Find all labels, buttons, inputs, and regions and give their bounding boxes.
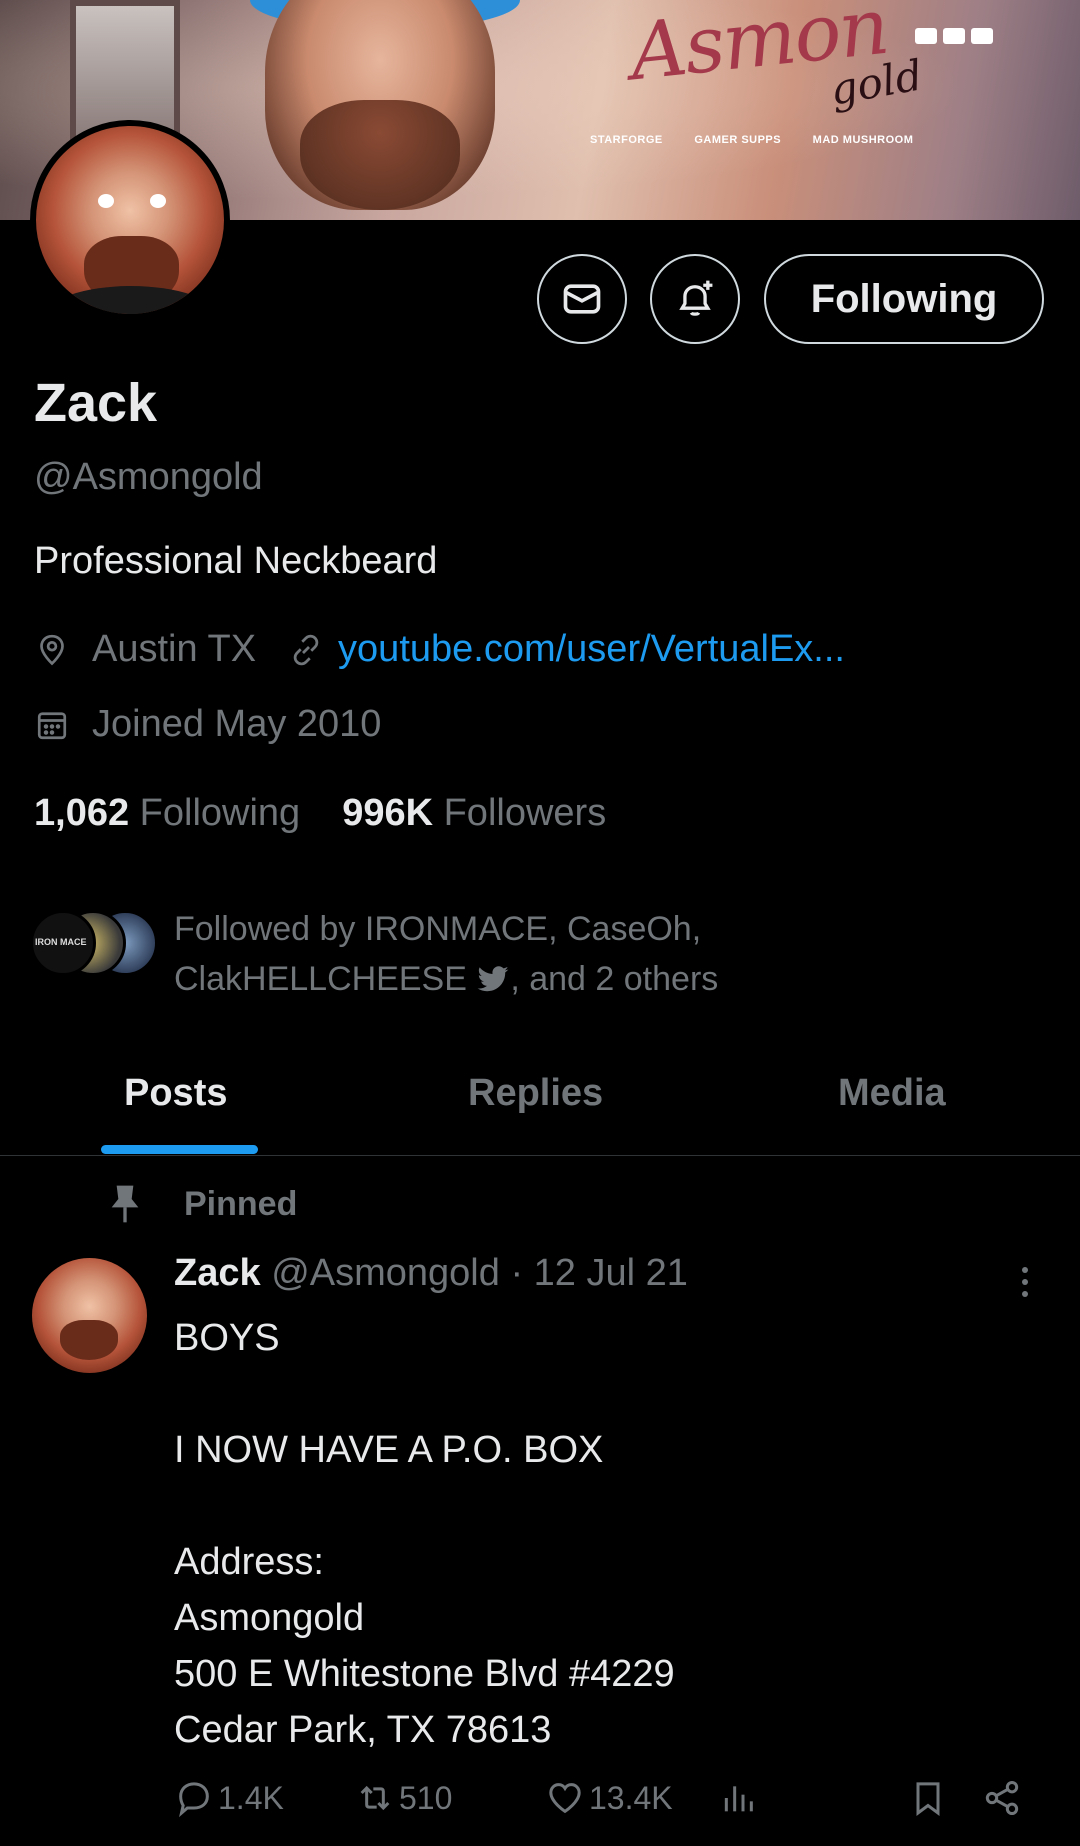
post-author-avatar[interactable] [32, 1258, 147, 1373]
followers-stat[interactable]: 996K Followers [342, 792, 606, 834]
profile-handle: @Asmongold [34, 456, 263, 498]
sponsor-gamer-supps: GAMER SUPPS [694, 134, 782, 146]
profile-bio: Professional Neckbeard [34, 540, 438, 582]
followers-count: 996K [342, 792, 434, 834]
profile-avatar[interactable] [30, 120, 230, 320]
followed-by-others: , and 2 others [510, 960, 719, 998]
post-author-name[interactable]: Zack [174, 1252, 261, 1294]
reply-icon [179, 1782, 209, 1818]
calendar-icon [34, 707, 70, 743]
following-stat[interactable]: 1,062 Following [34, 792, 300, 834]
following-button[interactable]: Following [764, 254, 1044, 344]
post-text: BOYS I NOW HAVE A P.O. BOX Address: Asmo… [174, 1317, 675, 1751]
profile-location: Austin TX [92, 628, 257, 670]
active-tab-indicator [101, 1145, 258, 1154]
reply-count: 1.4K [218, 1779, 284, 1816]
location-icon [34, 632, 70, 668]
post-author-handle[interactable]: @Asmongold [271, 1252, 500, 1294]
twitch-icon [971, 28, 993, 44]
profile-tabs: Posts Replies Media [0, 1060, 1080, 1156]
more-options-icon[interactable] [1010, 1262, 1040, 1302]
share-icon [985, 1781, 1019, 1815]
profile-stats: 1,062 Following 996K Followers [34, 792, 606, 835]
sponsor-mad-mushroom: MAD MUSHROOM [812, 134, 914, 146]
profile-joined-row: Joined May 2010 [34, 703, 381, 746]
twitter-icon [943, 28, 965, 44]
bell-plus-icon [679, 280, 713, 316]
avatar-beard [60, 1320, 118, 1360]
followed-by-line1: Followed by IRONMACE, CaseOh, [174, 910, 702, 948]
repost-count: 510 [399, 1779, 453, 1816]
post-header: Zack @Asmongold · 12 Jul 21 [174, 1252, 688, 1295]
banner-social-icons [915, 28, 993, 44]
pinned-label-row: Pinned [108, 1184, 297, 1224]
following-stat-label: Following [139, 792, 301, 834]
views-chart-icon [724, 1786, 753, 1812]
avatar-shirt [46, 286, 216, 314]
followed-by-name: ClakHELLCHEESE [174, 960, 467, 998]
banner-beard [300, 100, 460, 210]
post-date[interactable]: · 12 Jul 21 [510, 1252, 687, 1294]
envelope-icon [563, 284, 601, 314]
bird-icon [477, 966, 509, 992]
youtube-icon [915, 28, 937, 44]
tab-posts[interactable]: Posts [124, 1072, 227, 1115]
profile-name: Zack [34, 373, 158, 433]
bookmark-icon [916, 1782, 940, 1816]
share-button[interactable] [982, 1778, 1026, 1818]
ironmace-avatar-label: IRON MACE [35, 937, 87, 947]
avatar-eyes [98, 194, 166, 208]
like-button[interactable]: 13.4K [545, 1778, 673, 1818]
follower-avatar: IRON MACE [30, 910, 96, 976]
notifications-button[interactable] [650, 254, 740, 344]
pinned-label: Pinned [184, 1184, 298, 1223]
following-count: 1,062 [34, 792, 130, 834]
followers-stat-label: Followers [443, 792, 607, 834]
link-icon [288, 632, 324, 668]
heart-icon [549, 1783, 581, 1814]
post-actions: 1.4K 510 13.4K [0, 1778, 1080, 1828]
tab-media[interactable]: Media [838, 1072, 946, 1115]
message-button[interactable] [537, 254, 627, 344]
views-button[interactable] [718, 1778, 762, 1818]
banner-sponsors: STARFORGE GAMER SUPPS MAD MUSHROOM [590, 134, 941, 146]
reply-button[interactable]: 1.4K [174, 1778, 284, 1818]
repost-icon [360, 1785, 390, 1811]
sponsor-starforge: STARFORGE [590, 134, 663, 146]
repost-button[interactable]: 510 [355, 1778, 452, 1818]
profile-website-link[interactable]: youtube.com/user/VertualEx... [338, 628, 845, 671]
profile-joined: Joined May 2010 [92, 703, 382, 745]
followed-by-text[interactable]: Followed by IRONMACE, CaseOh, ClakHELLCH… [174, 904, 1054, 1004]
bookmark-button[interactable] [908, 1778, 952, 1818]
like-count: 13.4K [589, 1779, 673, 1816]
pin-icon [111, 1185, 139, 1223]
tab-replies[interactable]: Replies [468, 1072, 603, 1115]
followed-by-avatars[interactable]: IRON MACE [30, 910, 160, 980]
profile-meta-row: Austin TX youtube.com/user/VertualEx... [34, 628, 845, 671]
